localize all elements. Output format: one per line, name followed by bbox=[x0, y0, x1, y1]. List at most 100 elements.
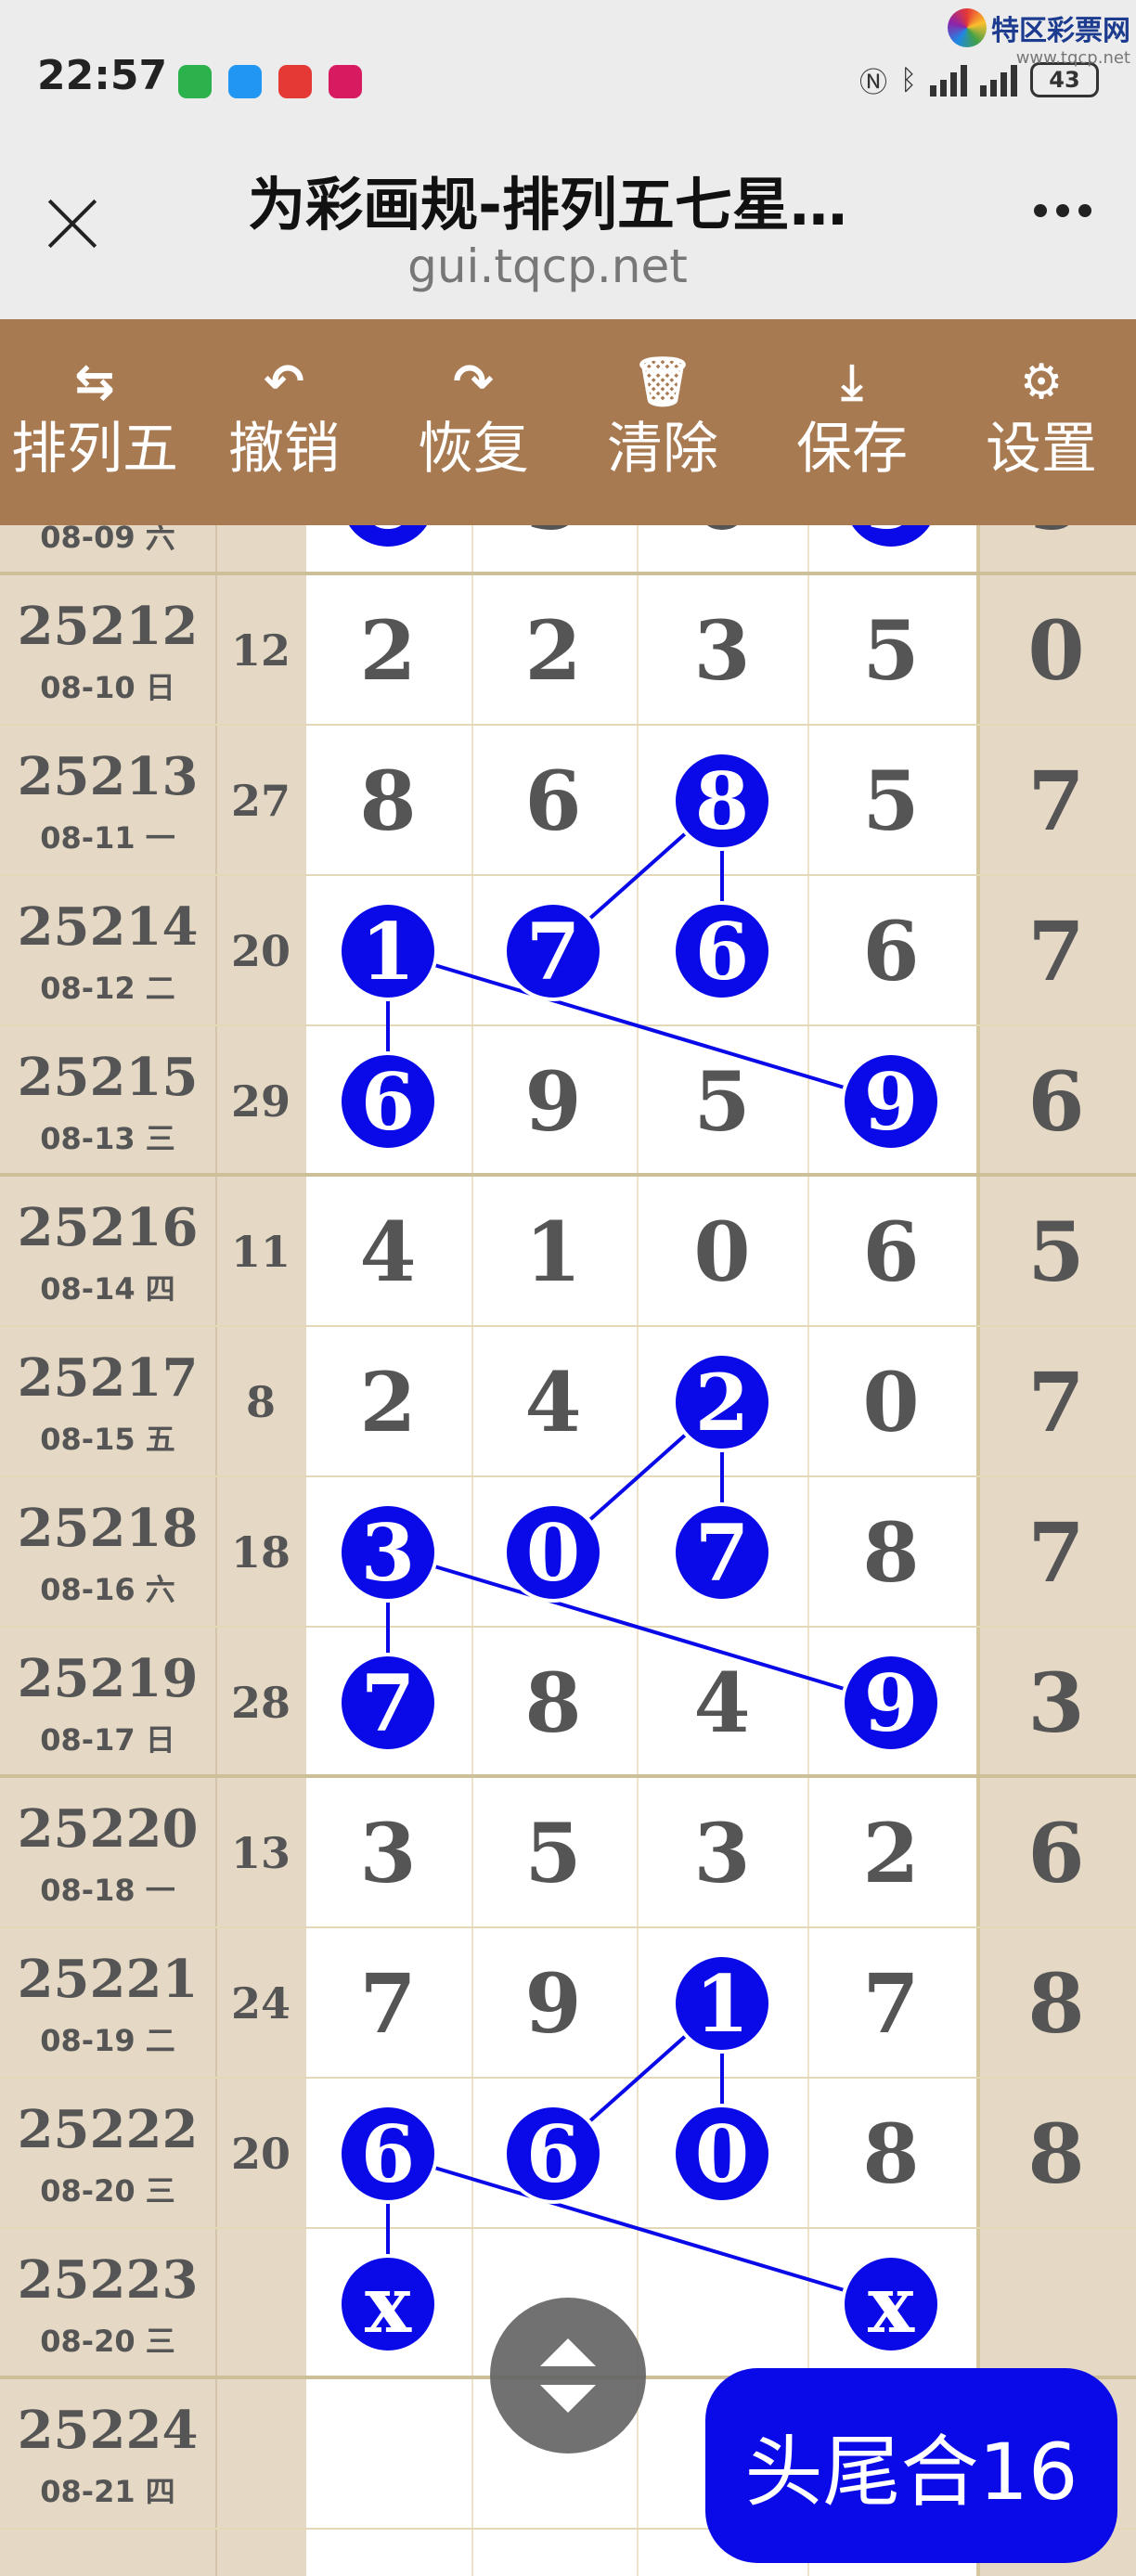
close-icon[interactable] bbox=[45, 195, 100, 251]
digit-cell[interactable]: 6 bbox=[497, 752, 609, 850]
head-tail-sum-badge[interactable]: 头尾合16 bbox=[705, 2368, 1117, 2563]
issue-date: 08-21 四 bbox=[40, 2474, 175, 2509]
digit-cell[interactable]: 2 bbox=[497, 601, 609, 700]
digit-cell[interactable]: 5 bbox=[666, 1052, 778, 1151]
digit-sum: 27 bbox=[230, 776, 290, 826]
issue-number: 25216 bbox=[17, 1197, 199, 1258]
more-options-icon[interactable] bbox=[1034, 204, 1091, 217]
last-digit-cell[interactable]: 5 bbox=[1000, 1203, 1112, 1301]
issue-number: 25215 bbox=[17, 1047, 199, 1108]
digit-cell[interactable]: 6 bbox=[497, 2105, 609, 2203]
last-digit-cell[interactable]: 3 bbox=[1000, 1654, 1112, 1752]
issue-number: 25221 bbox=[17, 1949, 199, 2010]
gear-icon: ⚙ bbox=[1019, 354, 1064, 410]
digit-cell[interactable]: 4 bbox=[497, 1353, 609, 1451]
digit-cell[interactable]: 7 bbox=[332, 1954, 444, 2053]
last-digit-cell[interactable]: 7 bbox=[1000, 752, 1112, 850]
digit-cell[interactable]: x bbox=[835, 2255, 947, 2353]
table-row: 25219 08-17 日 28 7 8 4 9 3 bbox=[0, 1628, 1136, 1778]
toolbar-button-clear[interactable]: 🗑 清除 bbox=[568, 319, 757, 525]
digit-cell[interactable]: 8 bbox=[835, 2105, 947, 2203]
digit-cell[interactable]: 3 bbox=[332, 1503, 444, 1602]
last-digit-cell[interactable]: 8 bbox=[1000, 1954, 1112, 2053]
digit-cell[interactable]: 9 bbox=[497, 1052, 609, 1151]
watermark-logo bbox=[947, 8, 987, 47]
digit-cell[interactable]: 5 bbox=[497, 1804, 609, 1902]
digit-cell[interactable]: 3 bbox=[666, 601, 778, 700]
toolbar-label: 保存 bbox=[796, 417, 908, 482]
digit-cell[interactable]: 6 bbox=[332, 1052, 444, 1151]
digit-cell[interactable]: 7 bbox=[332, 1654, 444, 1752]
digit-cell[interactable]: 6 bbox=[332, 2105, 444, 2203]
digit-cell[interactable]: 7 bbox=[666, 1503, 778, 1602]
digit-cell[interactable]: 9 bbox=[497, 1954, 609, 2053]
digit-sum: 24 bbox=[230, 1978, 290, 2029]
digit-cell[interactable]: 1 bbox=[332, 902, 444, 1000]
digit-cell[interactable]: 1 bbox=[666, 1954, 778, 2053]
digit-sum: 18 bbox=[230, 1527, 290, 1578]
toolbar-label: 清除 bbox=[607, 417, 718, 482]
digit-cell[interactable]: 6 bbox=[835, 1203, 947, 1301]
toolbar-label: 恢复 bbox=[418, 417, 529, 482]
last-digit-cell[interactable]: 0 bbox=[1000, 601, 1112, 700]
digit-cell[interactable]: 9 bbox=[835, 1654, 947, 1752]
last-digit-cell[interactable]: 7 bbox=[1000, 902, 1112, 1000]
table-row: 25217 08-15 五824207 bbox=[0, 1327, 1136, 1477]
digit-cell[interactable]: 5 bbox=[497, 525, 609, 549]
last-digit-cell[interactable]: 7 bbox=[1000, 1353, 1112, 1451]
scroll-toggle-button[interactable] bbox=[490, 2298, 646, 2454]
digit-cell[interactable]: 1 bbox=[497, 1203, 609, 1301]
digit-cell[interactable]: 3 bbox=[666, 1804, 778, 1902]
clock: 22:57 bbox=[37, 52, 168, 99]
digit-cell[interactable]: 5 bbox=[835, 752, 947, 850]
undo-icon: ↶ bbox=[264, 354, 304, 410]
table-row: 25214 08-12 二 20 1 7 6 6 7 bbox=[0, 876, 1136, 1026]
issue-date: 08-17 日 bbox=[40, 1722, 175, 1758]
digit-cell[interactable]: 2 bbox=[332, 1353, 444, 1451]
digit-cell[interactable]: 4 bbox=[666, 1654, 778, 1752]
last-digit-cell[interactable]: 8 bbox=[1000, 2105, 1112, 2203]
digit-sum: 29 bbox=[230, 1076, 290, 1127]
last-digit-cell[interactable]: 9 bbox=[1000, 525, 1112, 549]
toolbar-button-settings[interactable]: ⚙ 设置 bbox=[947, 319, 1136, 525]
digit-cell[interactable]: 2 bbox=[332, 601, 444, 700]
digit-cell[interactable]: 6 bbox=[835, 902, 947, 1000]
toolbar-button-redo[interactable]: ↷ 恢复 bbox=[379, 319, 568, 525]
toolbar-label: 设置 bbox=[986, 417, 1097, 482]
digit-cell[interactable]: 4 bbox=[332, 1203, 444, 1301]
watermark-name: 特区彩票网 bbox=[991, 15, 1130, 47]
toolbar-button-lottery-type[interactable]: ⇆ 排列五 bbox=[0, 319, 189, 525]
toolbar-button-save[interactable]: ⤓ 保存 bbox=[757, 319, 947, 525]
digit-cell[interactable]: 8 bbox=[666, 752, 778, 850]
digit-cell[interactable]: 8 bbox=[332, 752, 444, 850]
digit-cell[interactable]: 0 bbox=[666, 2105, 778, 2203]
digit-cell[interactable]: 8 bbox=[497, 1654, 609, 1752]
digit-cell[interactable]: 6 bbox=[666, 902, 778, 1000]
last-digit-cell[interactable]: 6 bbox=[1000, 1052, 1112, 1151]
digit-cell[interactable]: 0 bbox=[332, 525, 444, 549]
digit-cell[interactable]: 8 bbox=[835, 1503, 947, 1602]
digit-cell[interactable]: 5 bbox=[835, 601, 947, 700]
message-icon bbox=[228, 65, 262, 98]
digit-cell[interactable]: x bbox=[332, 2255, 444, 2353]
digit-sum: 20 bbox=[230, 926, 290, 976]
wechat-icon bbox=[178, 65, 212, 98]
digit-cell[interactable]: 0 bbox=[497, 1503, 609, 1602]
digit-cell[interactable]: 2 bbox=[835, 1804, 947, 1902]
digit-cell[interactable]: 9 bbox=[835, 525, 947, 549]
signal-icon bbox=[980, 63, 1017, 97]
last-digit-cell[interactable]: 7 bbox=[1000, 1503, 1112, 1602]
draw-grid[interactable]: 2521108-09 六14050992521208-10 日122235025… bbox=[0, 525, 1136, 2576]
digit-cell[interactable]: 7 bbox=[497, 902, 609, 1000]
digit-cell[interactable]: 0 bbox=[666, 1203, 778, 1301]
last-digit-cell[interactable]: 6 bbox=[1000, 1804, 1112, 1902]
digit-cell[interactable]: 9 bbox=[835, 1052, 947, 1151]
digit-cell[interactable]: 7 bbox=[835, 1954, 947, 2053]
digit-cell[interactable]: 0 bbox=[666, 525, 778, 549]
toolbar-button-undo[interactable]: ↶ 撤销 bbox=[189, 319, 379, 525]
issue-number: 25218 bbox=[17, 1498, 199, 1559]
digit-cell[interactable]: 2 bbox=[666, 1353, 778, 1451]
digit-cell[interactable]: 3 bbox=[332, 1804, 444, 1902]
swap-icon: ⇆ bbox=[74, 354, 115, 410]
digit-cell[interactable]: 0 bbox=[835, 1353, 947, 1451]
